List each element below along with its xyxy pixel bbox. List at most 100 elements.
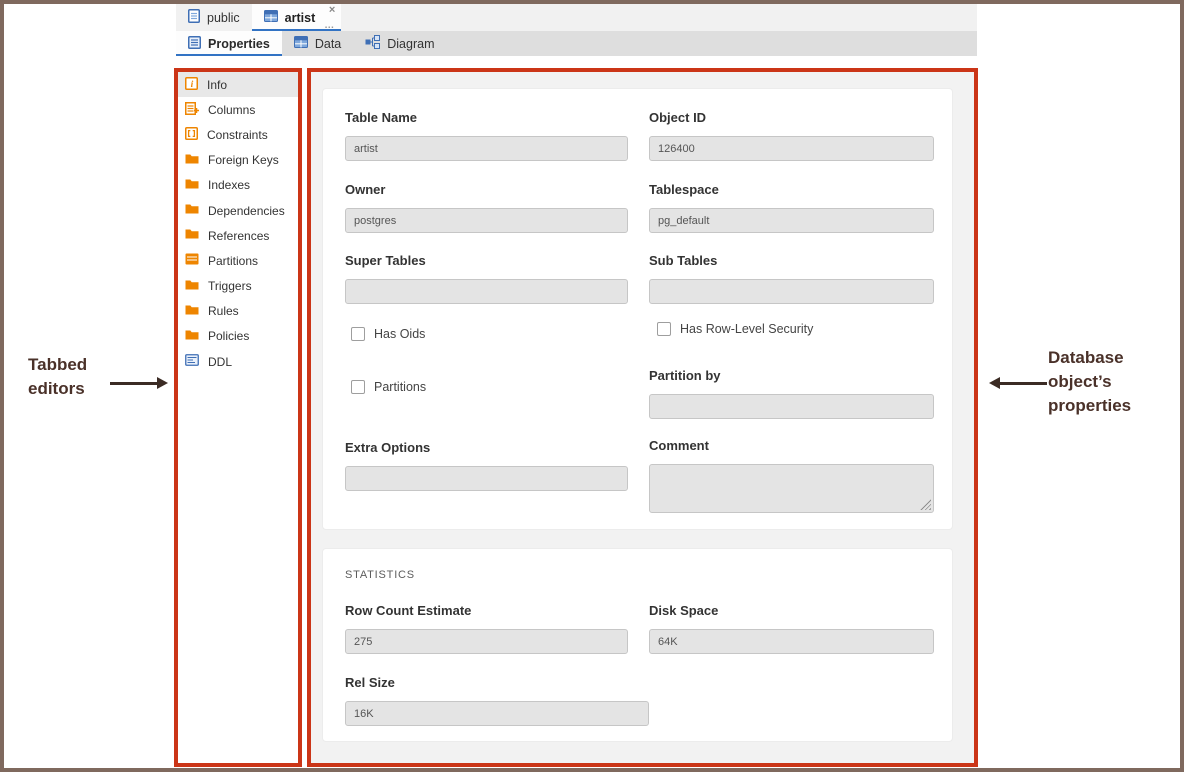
svg-text:i: i [191, 80, 194, 90]
sidebar-item-foreign-keys[interactable]: Foreign Keys [178, 148, 298, 173]
folder-icon [185, 279, 199, 294]
field-label: Super Tables [345, 253, 628, 269]
field-label: Comment [649, 438, 934, 454]
partitions-checkbox[interactable] [351, 380, 365, 394]
has-row-level-security-checkbox[interactable] [657, 322, 671, 336]
diagram-icon [365, 35, 380, 52]
folder-icon [185, 304, 199, 319]
object-properties-panel: Table Name Object ID Owner Tablespace Su… [307, 68, 978, 767]
sidebar-item-indexes[interactable]: Indexes [178, 173, 298, 198]
field-object-id: Object ID [649, 110, 934, 161]
folder-icon [185, 153, 199, 168]
field-comment: Comment [649, 438, 934, 513]
sidebar-item-columns[interactable]: Columns [178, 97, 298, 122]
tab-diagram-label: Diagram [387, 37, 434, 51]
extra-options-input[interactable] [345, 466, 628, 491]
field-super-tables: Super Tables [345, 253, 628, 304]
sidebar-item-label: Columns [208, 103, 255, 117]
columns-icon [185, 102, 199, 118]
ddl-icon [185, 354, 199, 369]
sidebar-item-label: Info [207, 78, 227, 92]
sidebar-item-label: Indexes [208, 178, 250, 192]
sidebar-item-rules[interactable]: Rules [178, 299, 298, 324]
object-id-input[interactable] [649, 136, 934, 161]
field-sub-tables: Sub Tables [649, 253, 934, 304]
field-label: Partition by [649, 368, 934, 384]
properties-icon [188, 36, 201, 52]
field-label: Disk Space [649, 603, 934, 619]
sidebar-item-label: Triggers [208, 279, 252, 293]
folder-icon [185, 203, 199, 218]
sidebar-item-constraints[interactable]: Constraints [178, 122, 298, 147]
sidebar-item-dependencies[interactable]: Dependencies [178, 198, 298, 223]
document-icon [188, 9, 200, 26]
field-label: Row Count Estimate [345, 603, 628, 619]
field-label: Extra Options [345, 440, 628, 456]
right-arrow-icon [110, 376, 168, 390]
sidebar-item-info[interactable]: i Info [178, 72, 298, 97]
object-editor-sidebar: i Info Columns [174, 68, 302, 767]
has-rls-option: Has Row-Level Security [657, 322, 813, 336]
annotation-tabbed-editors: Tabbed editors [28, 353, 116, 401]
tab-public[interactable]: public [176, 4, 252, 31]
statistics-card: STATISTICS Row Count Estimate Disk Space… [322, 548, 953, 742]
sidebar-item-label: Partitions [208, 254, 258, 268]
sidebar-item-label: Dependencies [208, 204, 285, 218]
sidebar-item-label: Rules [208, 304, 239, 318]
tab-public-label: public [207, 11, 240, 25]
field-label: Owner [345, 182, 628, 198]
disk-space-input[interactable] [649, 629, 934, 654]
close-icon[interactable]: × [329, 5, 335, 16]
field-label: Tablespace [649, 182, 934, 198]
field-label: Sub Tables [649, 253, 934, 269]
sidebar-item-label: DDL [208, 355, 232, 369]
tab-properties-label: Properties [208, 37, 270, 51]
screenshot-canvas: public artist × … [0, 0, 1184, 772]
table-name-input[interactable] [345, 136, 628, 161]
tab-data[interactable]: Data [282, 31, 353, 56]
field-partition-by: Partition by [649, 368, 934, 419]
tab-properties[interactable]: Properties [176, 31, 282, 56]
sidebar-item-label: Constraints [207, 128, 268, 142]
folder-icon [185, 329, 199, 344]
tablespace-input[interactable] [649, 208, 934, 233]
comment-textarea[interactable] [649, 464, 934, 513]
sidebar-item-label: Foreign Keys [208, 153, 279, 167]
folder-icon [185, 228, 199, 243]
info-form-card: Table Name Object ID Owner Tablespace Su… [322, 88, 953, 530]
field-disk-space: Disk Space [649, 603, 934, 654]
field-tablespace: Tablespace [649, 182, 934, 233]
partitions-option: Partitions [351, 380, 426, 394]
table-icon [294, 36, 308, 51]
sub-tables-input[interactable] [649, 279, 934, 304]
table-icon [264, 10, 278, 25]
tab-diagram[interactable]: Diagram [353, 31, 446, 56]
tab-artist[interactable]: artist × … [252, 4, 342, 31]
folder-icon [185, 178, 199, 193]
editor-tab-bar: public artist × … [176, 4, 977, 31]
super-tables-input[interactable] [345, 279, 628, 304]
sidebar-item-triggers[interactable]: Triggers [178, 274, 298, 299]
sidebar-item-references[interactable]: References [178, 223, 298, 248]
owner-input[interactable] [345, 208, 628, 233]
sidebar-item-partitions[interactable]: Partitions [178, 248, 298, 273]
sidebar-item-policies[interactable]: Policies [178, 324, 298, 349]
more-icon[interactable]: … [324, 22, 335, 30]
rel-size-input[interactable] [345, 701, 649, 726]
field-label: Table Name [345, 110, 628, 126]
field-rel-size: Rel Size [345, 675, 649, 726]
sidebar-item-label: Policies [208, 329, 249, 343]
sidebar-item-ddl[interactable]: DDL [178, 349, 298, 374]
has-oids-option: Has Oids [351, 327, 425, 341]
has-oids-checkbox[interactable] [351, 327, 365, 341]
field-table-name: Table Name [345, 110, 628, 161]
checkbox-label: Has Row-Level Security [680, 322, 813, 336]
tab-artist-label: artist [285, 11, 316, 25]
row-count-input[interactable] [345, 629, 628, 654]
view-tab-bar: Properties Data [176, 31, 977, 56]
statistics-heading: STATISTICS [345, 569, 415, 581]
field-row-count: Row Count Estimate [345, 603, 628, 654]
partition-by-input[interactable] [649, 394, 934, 419]
tab-data-label: Data [315, 37, 341, 51]
partitions-icon [185, 253, 199, 268]
